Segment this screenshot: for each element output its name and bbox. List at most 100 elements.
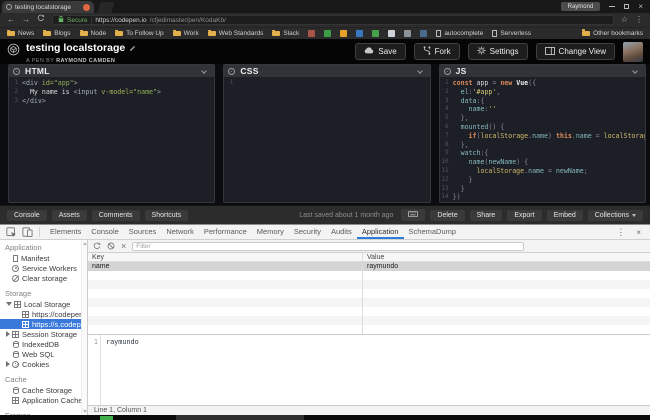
bookmark-folder-node[interactable]: Node	[79, 30, 106, 37]
address-bar[interactable]: Secure | https://codepen.io/cfjedimaster…	[52, 15, 614, 25]
settings-button[interactable]: Settings	[467, 43, 528, 60]
fork-button[interactable]: Fork	[413, 43, 460, 60]
inspect-element-icon[interactable]	[4, 226, 18, 238]
sidebar-scrollbar[interactable]	[81, 240, 87, 415]
bookmark-folder-slack[interactable]: Slack	[272, 30, 299, 37]
comments-button[interactable]: Comments	[91, 209, 140, 221]
devtools-close-icon[interactable]: ×	[631, 228, 646, 237]
empty-row[interactable]	[88, 316, 650, 325]
edit-pencil-icon[interactable]	[129, 39, 136, 57]
empty-row[interactable]	[88, 298, 650, 307]
other-bookmarks[interactable]: Other bookmarks	[582, 29, 643, 37]
devtools-menu-icon[interactable]: ⋮	[612, 227, 629, 238]
back-button[interactable]: ←	[7, 13, 15, 27]
tree-arrow-icon[interactable]	[6, 302, 12, 306]
code-editor-html[interactable]: 1 <div id= "app" >2 My name is <input v-mod…	[9, 77, 214, 202]
filter-input[interactable]	[132, 241, 525, 251]
save-button[interactable]: Save	[355, 43, 406, 60]
empty-row[interactable]	[88, 307, 650, 316]
minimize-button[interactable]	[609, 6, 616, 7]
devtools-tab-sources[interactable]: Sources	[124, 225, 162, 239]
restore-button[interactable]	[624, 4, 630, 9]
bookmark-folder-news[interactable]: News	[7, 30, 34, 37]
devtools-tab-application[interactable]: Application	[357, 225, 404, 239]
tab-close-icon[interactable]	[83, 3, 90, 11]
bookmark-favicon-icon[interactable]	[308, 30, 316, 37]
column-header-key[interactable]: Key	[88, 253, 362, 261]
bookmark-folder-blogs[interactable]: Blogs	[43, 30, 71, 37]
change-view-button[interactable]: Change View	[535, 43, 615, 60]
sidebar-item-manifest[interactable]: Manifest	[0, 253, 87, 263]
empty-row[interactable]	[88, 280, 650, 289]
device-toolbar-icon[interactable]	[20, 227, 34, 237]
devtools-tab-memory[interactable]: Memory	[252, 225, 289, 239]
sidebar-item-application-cache[interactable]: Application Cache	[0, 395, 87, 405]
bookmark-folder-work[interactable]: Work	[172, 30, 199, 37]
assets-button[interactable]: Assets	[51, 209, 87, 221]
shortcuts-button[interactable]: Shortcuts	[144, 209, 189, 221]
bookmark-page-serverless[interactable]: Serverless	[492, 30, 531, 37]
sidebar-item-cache-storage[interactable]: Cache Storage	[0, 385, 87, 395]
empty-row[interactable]	[88, 271, 650, 280]
table-row[interactable]: name raymundo	[88, 262, 650, 271]
bookmark-star-icon[interactable]: ☆	[621, 13, 628, 27]
gear-icon[interactable]	[228, 67, 236, 75]
code-editor-css[interactable]: 1	[224, 77, 429, 202]
sidebar-item-service-workers[interactable]: Service Workers	[0, 263, 87, 273]
code-editor-js[interactable]: 1 const app = new Vue({2 el: '#app', 3 data…	[440, 77, 645, 202]
bookmark-favicon-icon[interactable]	[420, 30, 428, 37]
empty-row[interactable]	[88, 289, 650, 298]
devtools-tab-performance[interactable]: Performance	[199, 225, 252, 239]
close-window-button[interactable]: ×	[638, 1, 643, 13]
codepen-logo-icon[interactable]	[7, 43, 20, 61]
devtools-tab-elements[interactable]: Elements	[45, 225, 86, 239]
empty-row[interactable]	[88, 325, 650, 334]
sidebar-item-web-sql[interactable]: Web SQL	[0, 349, 87, 359]
sidebar-item-https-s-codepen-io[interactable]: https://s.codepen.io	[0, 319, 87, 329]
gear-icon[interactable]	[443, 67, 451, 75]
chevron-down-icon[interactable]	[416, 68, 423, 74]
browser-menu-icon[interactable]: ⋮	[635, 13, 643, 27]
tree-arrow-icon[interactable]	[6, 361, 10, 367]
collections-button[interactable]: Collections	[587, 209, 643, 221]
export-button[interactable]: Export	[507, 209, 542, 221]
delete-button[interactable]: Delete	[430, 209, 465, 221]
reload-button[interactable]	[37, 13, 45, 27]
devtools-tab-schemadump[interactable]: SchemaDump	[404, 225, 462, 239]
sidebar-item-cookies[interactable]: Cookies	[0, 359, 87, 369]
devtools-tab-security[interactable]: Security	[289, 225, 326, 239]
bookmark-favicon-icon[interactable]	[340, 30, 348, 37]
taskbar-app-icon[interactable]	[100, 416, 113, 420]
avatar[interactable]	[623, 41, 643, 62]
bookmark-favicon-icon[interactable]	[372, 30, 380, 37]
keyboard-shortcuts-button[interactable]	[401, 209, 426, 221]
sidebar-item-clear-storage[interactable]: Clear storage	[0, 273, 87, 283]
sidebar-item-https-codepen-io[interactable]: https://codepen.io	[0, 309, 87, 319]
devtools-tab-audits[interactable]: Audits	[326, 225, 357, 239]
sidebar-item-local-storage[interactable]: Local Storage	[0, 299, 87, 309]
bookmark-page-autocomplete[interactable]: autocomplete	[436, 30, 483, 37]
taskbar-app-button[interactable]	[176, 415, 304, 420]
delete-selected-icon[interactable]: ×	[121, 241, 126, 251]
gear-icon[interactable]	[13, 67, 20, 75]
forward-button[interactable]: →	[22, 13, 30, 27]
bookmark-favicon-icon[interactable]	[356, 30, 364, 37]
tree-arrow-icon[interactable]	[6, 331, 10, 337]
bookmark-favicon-icon[interactable]	[404, 30, 412, 37]
embed-button[interactable]: Embed	[546, 209, 583, 221]
browser-tab[interactable]: testing localstorage	[2, 1, 94, 13]
sidebar-item-indexeddb[interactable]: IndexedDB	[0, 339, 87, 349]
sidebar-item-session-storage[interactable]: Session Storage	[0, 329, 87, 339]
bookmark-favicon-icon[interactable]	[388, 30, 396, 37]
chevron-down-icon[interactable]	[201, 68, 208, 74]
bookmark-folder-web-standards[interactable]: Web Standards	[207, 30, 263, 37]
console-button[interactable]: Console	[7, 209, 47, 221]
value-preview[interactable]: 1 raymundo	[88, 334, 650, 405]
share-button[interactable]: Share	[469, 209, 503, 221]
column-header-value[interactable]: Value	[362, 253, 650, 261]
profile-button[interactable]: Raymond	[560, 2, 601, 11]
chevron-down-icon[interactable]	[632, 68, 638, 74]
bookmark-favicon-icon[interactable]	[324, 30, 332, 37]
devtools-tab-network[interactable]: Network	[161, 225, 199, 239]
bookmark-folder-to-follow-up[interactable]: To Follow Up	[115, 30, 164, 37]
